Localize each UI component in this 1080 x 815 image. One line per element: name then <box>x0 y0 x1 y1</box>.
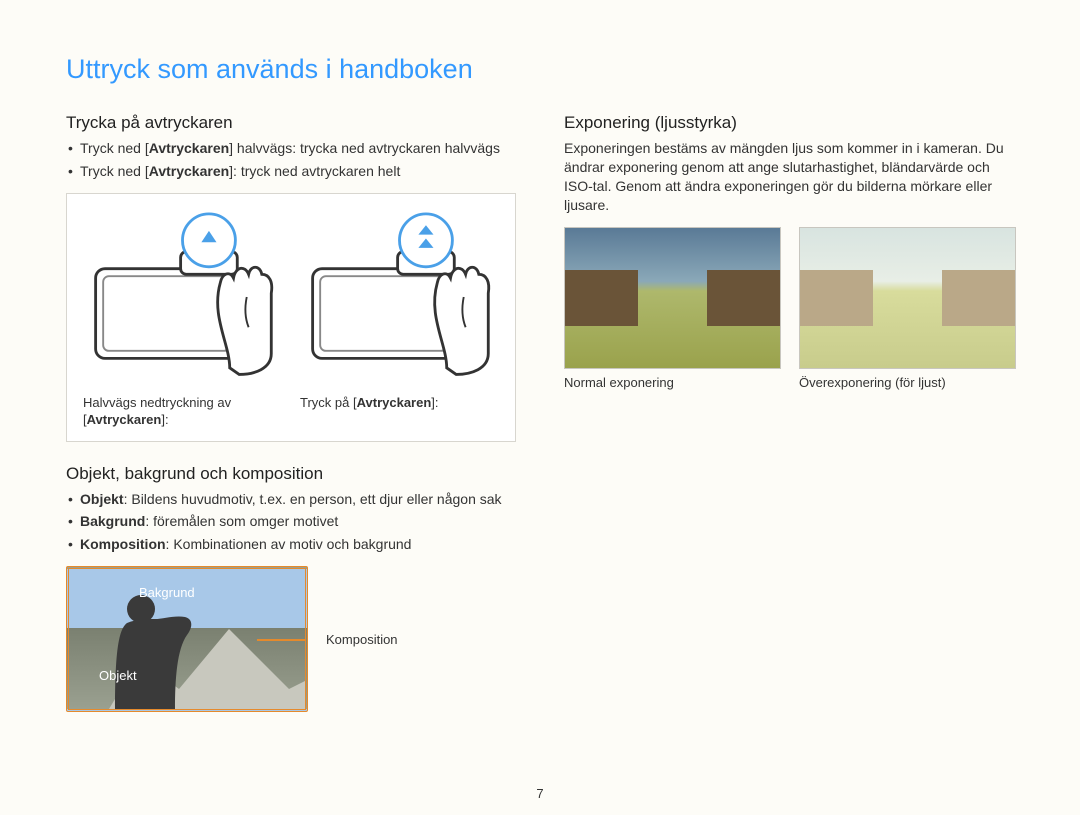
shutter-half-caption: Halvvägs nedtryckning av Avtryckaren: <box>83 395 282 429</box>
shutter-heading: Trycka på avtryckaren <box>66 113 516 133</box>
right-column: Exponering (ljusstyrka) Exponeringen bes… <box>564 113 1014 712</box>
objekt-label: Objekt <box>99 668 137 683</box>
shutter-half-press-figure: Halvvägs nedtryckning av Avtryckaren: <box>83 212 282 429</box>
shutter-full-caption: Tryck på Avtryckaren: <box>300 395 499 412</box>
page-number: 7 <box>536 786 543 801</box>
exposure-over-figure: Överexponering (för ljust) <box>799 227 1014 390</box>
exposure-normal-caption: Normal exponering <box>564 375 779 390</box>
shutter-bullet: Tryck ned Avtryckaren: tryck ned avtryck… <box>66 162 516 181</box>
bracket-label: Avtryckaren <box>145 162 233 181</box>
camera-half-press-icon <box>83 212 282 382</box>
person-silhouette-icon <box>97 589 207 709</box>
exposure-over-image <box>799 227 1016 369</box>
bakgrund-label: Bakgrund <box>139 585 195 600</box>
manual-page: Uttryck som används i handboken Trycka p… <box>0 0 1080 815</box>
camera-full-press-icon <box>300 212 499 382</box>
exposure-normal-figure: Normal exponering <box>564 227 779 390</box>
komposition-label: Komposition <box>326 632 398 647</box>
exposure-figures-row: Normal exponering Överexponering (för lj… <box>564 227 1014 390</box>
composition-bullet: Objekt: Bildens huvudmotiv, t.ex. en per… <box>66 490 516 509</box>
exposure-normal-image <box>564 227 781 369</box>
left-column: Trycka på avtryckaren Tryck ned Avtrycka… <box>66 113 516 712</box>
bracket-label: Avtryckaren <box>145 139 233 158</box>
shutter-bullet: Tryck ned Avtryckaren halvvägs: trycka n… <box>66 139 516 158</box>
page-title: Uttryck som används i handboken <box>66 54 1014 85</box>
composition-bullets: Objekt: Bildens huvudmotiv, t.ex. en per… <box>66 490 516 555</box>
composition-figure: Bakgrund Objekt <box>66 566 308 712</box>
shutter-figure-box: Halvvägs nedtryckning av Avtryckaren: <box>66 193 516 442</box>
composition-bullet: Komposition: Kombinationen av motiv och … <box>66 535 516 554</box>
columns: Trycka på avtryckaren Tryck ned Avtrycka… <box>66 113 1014 712</box>
exposure-heading: Exponering (ljusstyrka) <box>564 113 1014 133</box>
composition-figure-wrap: Bakgrund Objekt Komposition <box>66 566 516 712</box>
leader-line-icon <box>305 639 307 641</box>
composition-bullet: Bakgrund: föremålen som omger motivet <box>66 512 516 531</box>
exposure-body: Exponeringen bestäms av mängden ljus som… <box>564 139 1014 215</box>
composition-heading: Objekt, bakgrund och komposition <box>66 464 516 484</box>
exposure-over-caption: Överexponering (för ljust) <box>799 375 1014 390</box>
shutter-bullets: Tryck ned Avtryckaren halvvägs: trycka n… <box>66 139 516 181</box>
shutter-full-press-figure: Tryck på Avtryckaren: <box>300 212 499 429</box>
